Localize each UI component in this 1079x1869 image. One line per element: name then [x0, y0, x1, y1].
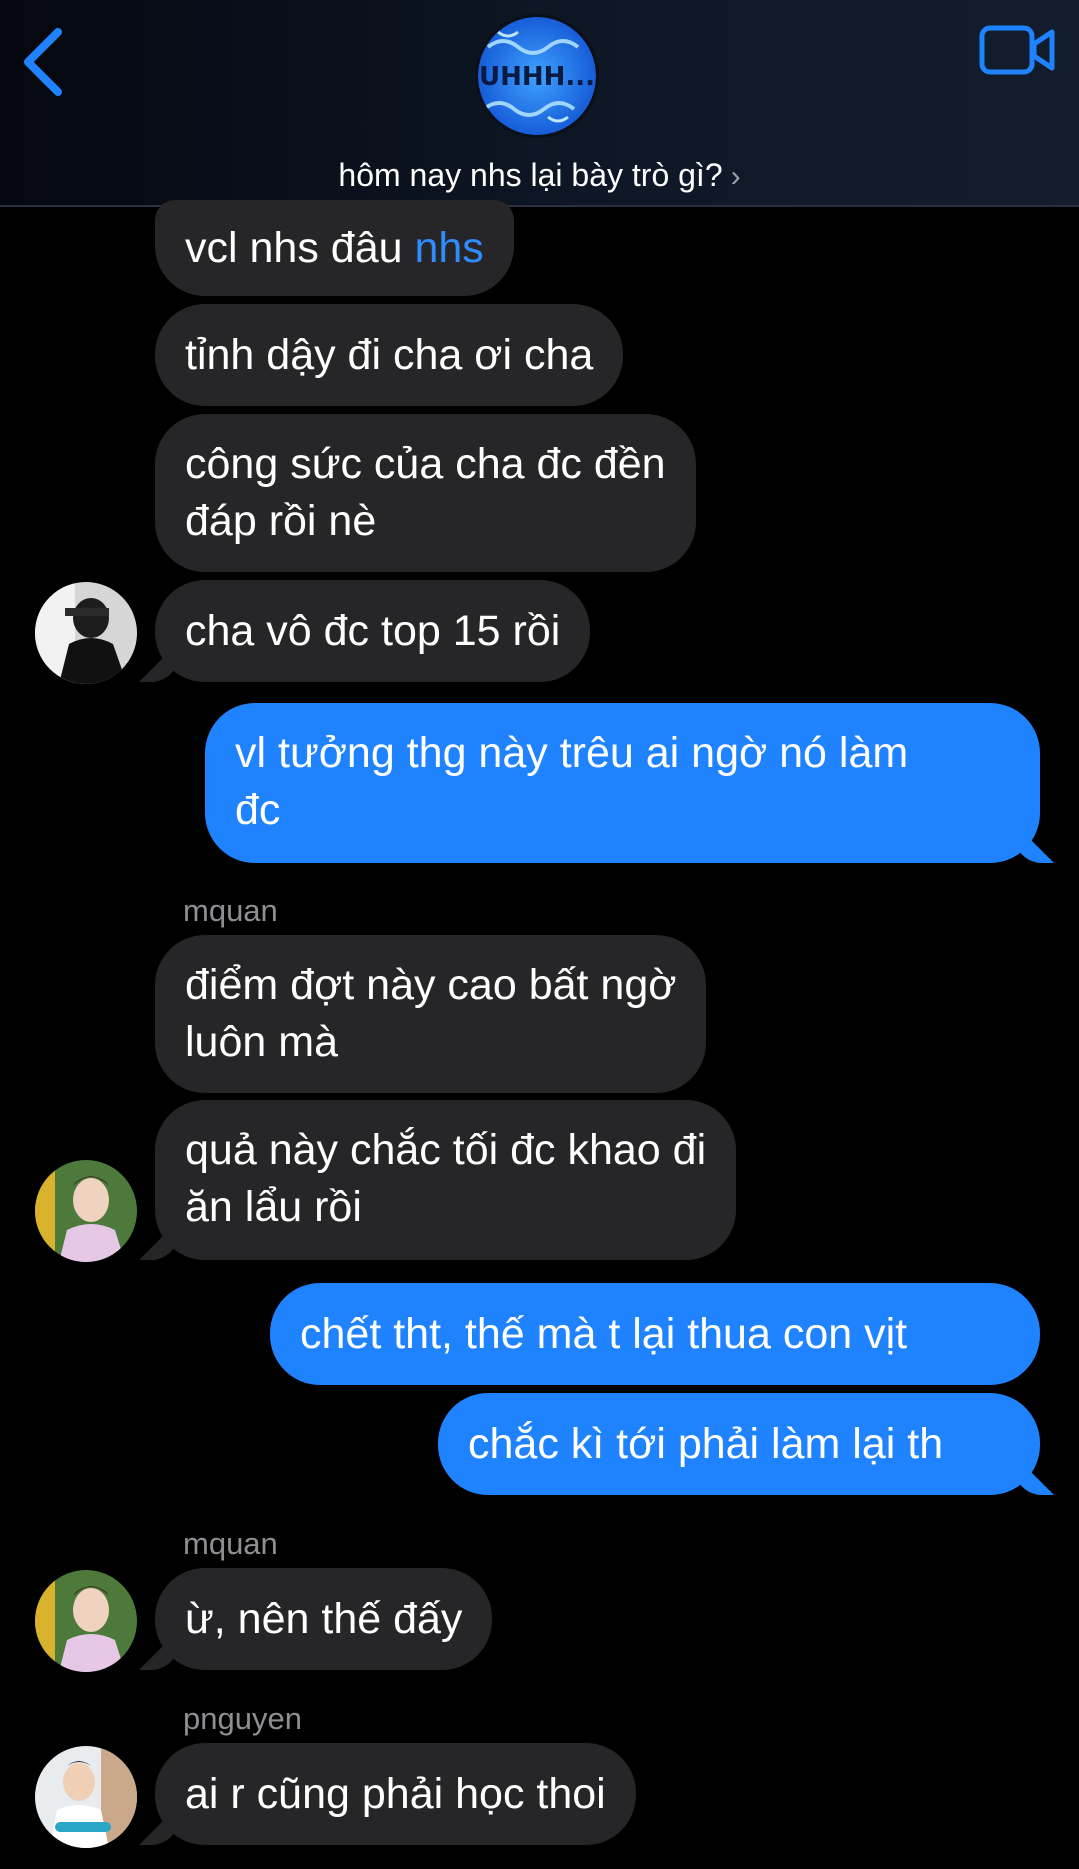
group-avatar-text: UHHH... — [479, 62, 595, 92]
mention-link[interactable]: nhs — [414, 224, 483, 272]
avatar[interactable] — [35, 1746, 137, 1848]
back-button[interactable] — [18, 24, 74, 100]
group-name-label: hôm nay nhs lại bày trò gì? — [338, 157, 723, 193]
message-text: chết tht, thế mà t lại thua con vịt — [300, 1310, 908, 1358]
message-bubble-incoming[interactable]: tỉnh dậy đi cha ơi cha — [155, 304, 624, 406]
chevron-right-icon: › — [730, 160, 741, 193]
chevron-left-icon — [24, 28, 62, 96]
avatar[interactable] — [35, 1160, 137, 1262]
message-text-line: luôn mà — [185, 1018, 338, 1066]
message-text-line: công sức của cha đc đền — [185, 440, 666, 488]
video-camera-icon — [979, 25, 1055, 75]
message-bubble-outgoing[interactable]: chắc kì tới phải làm lại th — [438, 1393, 1040, 1495]
message-bubble-incoming[interactable]: ai r cũng phải học thoi — [155, 1743, 636, 1845]
message-text-line: điểm đợt này cao bất ngờ — [185, 961, 677, 1009]
avatar[interactable] — [35, 582, 137, 684]
message-text: ai r cũng phải học thoi — [185, 1770, 606, 1818]
message-bubble-incoming[interactable]: công sức của cha đc đền đáp rồi nè — [155, 414, 696, 572]
sender-name: mquan — [183, 893, 278, 928]
group-avatar[interactable]: UHHH... — [475, 14, 599, 138]
message-text-line: ăn lẩu rồi — [185, 1183, 362, 1231]
message-text-line: đc — [235, 786, 281, 834]
message-bubble-incoming[interactable]: điểm đợt này cao bất ngờ luôn mà — [155, 935, 707, 1093]
message-text: ừ, nên thế đấy — [185, 1595, 463, 1643]
message-text-line: quả này chắc tối đc khao đi — [185, 1126, 707, 1174]
message-text: vcl nhs đâu — [185, 224, 415, 272]
message-bubble-outgoing[interactable]: vl tưởng thg này trêu ai ngờ nó làm đc — [205, 703, 1040, 863]
message-bubble-outgoing[interactable]: chết tht, thế mà t lại thua con vịt — [270, 1283, 1040, 1385]
message-text-line: đáp rồi nè — [185, 497, 377, 545]
message-bubble-incoming[interactable]: quả này chắc tối đc khao đi ăn lẩu rồi — [155, 1100, 737, 1260]
message-text: tỉnh dậy đi cha ơi cha — [185, 331, 594, 379]
sender-name: pnguyen — [183, 1701, 302, 1736]
avatar[interactable] — [35, 1570, 137, 1672]
message-bubble-incoming[interactable]: vcl nhs đâu nhs — [155, 200, 514, 296]
chat-header: UHHH... hôm nay nhs lại bày trò gì? › — [0, 0, 1079, 207]
group-name[interactable]: hôm nay nhs lại bày trò gì? › — [0, 155, 1079, 197]
message-text: cha vô đc top 15 rồi — [185, 607, 561, 655]
message-bubble-incoming[interactable]: ừ, nên thế đấy — [155, 1568, 493, 1670]
message-bubble-incoming[interactable]: cha vô đc top 15 rồi — [155, 580, 591, 682]
video-call-button[interactable] — [978, 22, 1056, 78]
message-text-line: vl tưởng thg này trêu ai ngờ nó làm — [235, 729, 909, 777]
sender-name: mquan — [183, 1526, 278, 1561]
message-text: chắc kì tới phải làm lại th — [468, 1420, 944, 1468]
